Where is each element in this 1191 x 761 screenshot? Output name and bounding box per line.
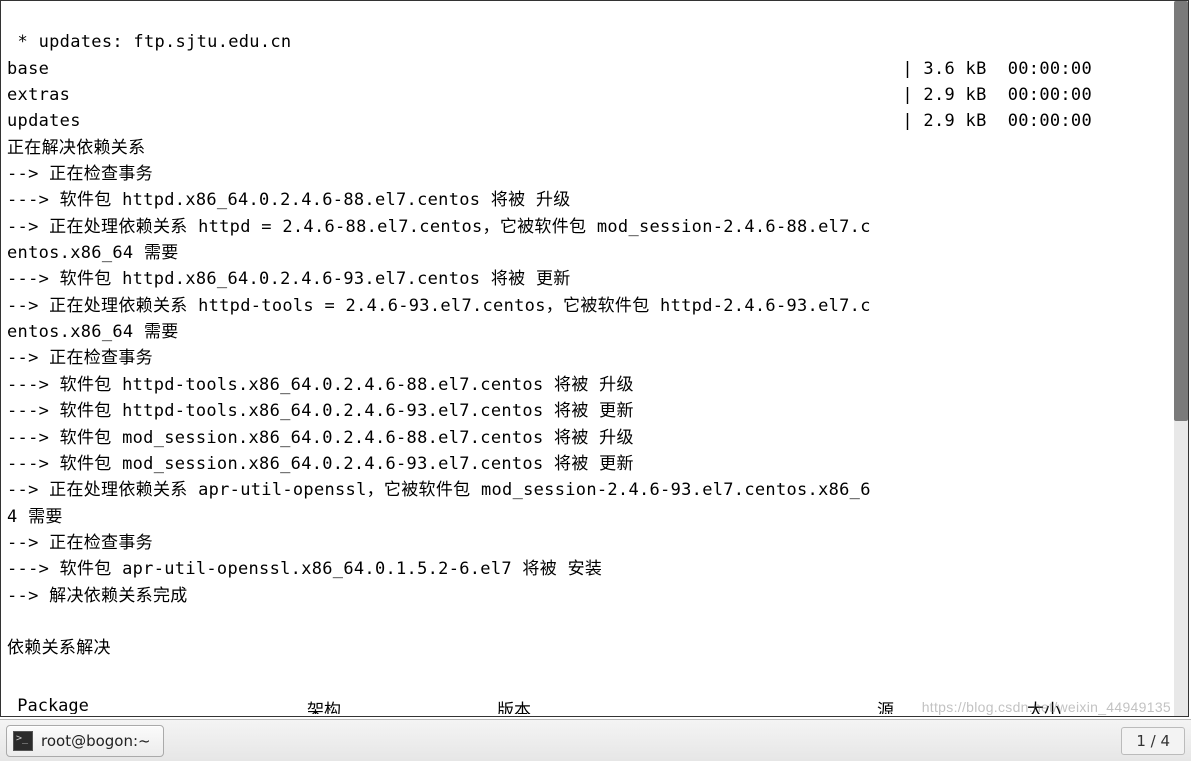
repo-name: base [7,56,49,82]
output-line: ---> 软件包 mod_session.x86_64.0.2.4.6-93.e… [7,454,634,474]
col-size: 大小 [1027,696,1168,714]
output-line: 依赖关系解决 [7,638,111,658]
output-line: --> 正在检查事务 [7,348,153,368]
repo-name: updates [7,108,81,134]
output-line: --> 正在处理依赖关系 httpd-tools = 2.4.6-93.el7.… [7,296,871,316]
output-line: --> 解决依赖关系完成 [7,586,188,606]
output-line: ---> 软件包 mod_session.x86_64.0.2.4.6-88.e… [7,428,634,448]
output-line: * updates: ftp.sjtu.edu.cn [7,32,291,52]
repo-line-base: base | 3.6 kB 00:00:00 [7,56,1182,82]
output-line: ---> 软件包 httpd.x86_64.0.2.4.6-93.el7.cen… [7,269,571,289]
scrollbar-track[interactable] [1174,1,1188,716]
workspace-indicator[interactable]: 1 / 4 [1121,727,1185,755]
col-package: Package [7,696,307,714]
output-line: --> 正在处理依赖关系 httpd = 2.4.6-88.el7.centos… [7,217,871,237]
repo-name: extras [7,82,70,108]
output-line: entos.x86_64 需要 [7,243,179,263]
output-line: ---> 软件包 httpd-tools.x86_64.0.2.4.6-88.e… [7,375,634,395]
output-line: --> 正在检查事务 [7,164,153,184]
output-line: 正在解决依赖关系 [7,138,145,158]
repo-stats: | 3.6 kB 00:00:00 [902,56,1182,82]
taskbar-item-label: root@bogon:~ [41,732,151,750]
output-line: entos.x86_64 需要 [7,322,179,342]
terminal-icon [13,731,33,751]
output-line: --> 正在检查事务 [7,533,153,553]
terminal-window: * updates: ftp.sjtu.edu.cn base | 3.6 kB … [0,0,1189,717]
repo-line-extras: extras | 2.9 kB 00:00:00 [7,82,1182,108]
output-line: ---> 软件包 apr-util-openssl.x86_64.0.1.5.2… [7,559,602,579]
output-line: 4 需要 [7,507,63,527]
output-line: ---> 软件包 httpd-tools.x86_64.0.2.4.6-93.e… [7,401,634,421]
terminal-output[interactable]: * updates: ftp.sjtu.edu.cn base | 3.6 kB … [1,1,1188,716]
col-arch: 架构 [307,696,497,714]
output-line: ---> 软件包 httpd.x86_64.0.2.4.6-88.el7.cen… [7,190,571,210]
col-repo: 源 [877,696,1027,714]
taskbar: root@bogon:~ 1 / 4 [0,719,1191,761]
scrollbar-thumb[interactable] [1174,1,1188,421]
repo-stats: | 2.9 kB 00:00:00 [902,82,1182,108]
repo-stats: | 2.9 kB 00:00:00 [902,108,1182,134]
repo-line-updates: updates | 2.9 kB 00:00:00 [7,108,1182,134]
dep-table-header: Package 架构 版本 源 大小 [7,696,1168,714]
taskbar-item-terminal[interactable]: root@bogon:~ [6,725,164,757]
output-line: --> 正在处理依赖关系 apr-util-openssl，它被软件包 mod_… [7,480,871,500]
col-version: 版本 [497,696,877,714]
